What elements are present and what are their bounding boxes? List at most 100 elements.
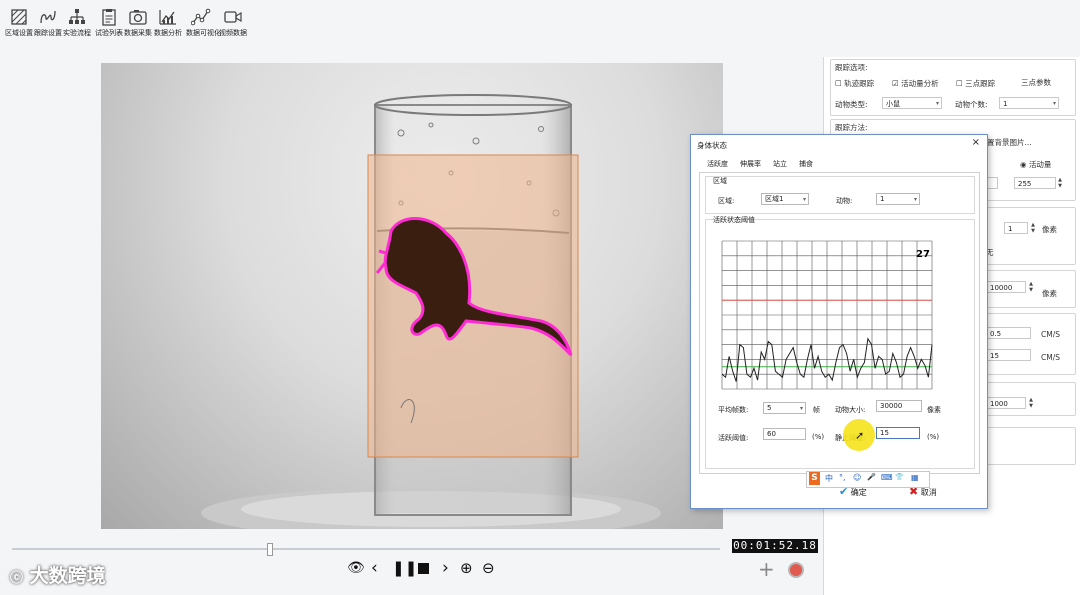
chinese-mode-icon[interactable]: 中: [825, 473, 833, 484]
animal-label: 动物:: [836, 197, 853, 205]
threshold-high-input[interactable]: 255: [1014, 177, 1056, 189]
animal-type-select[interactable]: 小鼠: [882, 97, 942, 110]
next-icon[interactable]: ›: [442, 558, 449, 578]
dialog-title: 身体状态: [697, 141, 727, 150]
pause-icon[interactable]: ❚❚: [392, 559, 417, 577]
skin-icon[interactable]: 👕: [895, 473, 904, 481]
track-settings-button[interactable]: 跟踪设置: [33, 8, 63, 38]
toolbar: 区域设置 跟踪设置 实验流程 试验列表 数据采集 数据分析 数据可视化 视频数据: [0, 0, 1080, 62]
zoom-in-icon[interactable]: ⊕: [460, 559, 473, 577]
timecode-display: 00:01:52.18: [732, 539, 818, 553]
toolbar-label: 区域设置: [5, 29, 33, 37]
region-group-title: 区域: [713, 177, 727, 185]
three-point-params-button[interactable]: 三点参数: [1021, 77, 1051, 88]
region-select[interactable]: 区域1: [761, 193, 809, 205]
animal-size-unit: 像素: [927, 406, 941, 414]
playback-controls: 👁 ‹ ❚❚ › ⊕ ⊖ +: [0, 536, 823, 595]
tab-content-activity: 区域 区域: 区域1 动物: 1 活跃状态阈值 27 平均帧数: 5 帧 动物大…: [699, 172, 980, 474]
toolbar-label: 视频数据: [219, 29, 247, 37]
trial-list-button[interactable]: 试验列表: [94, 8, 124, 38]
unit-cms-1: CM/S: [1041, 330, 1060, 339]
chart-value-label: 27: [916, 249, 930, 260]
experiment-flow-button[interactable]: 实验流程: [62, 8, 92, 38]
close-icon[interactable]: ×: [972, 137, 980, 148]
video-image: [201, 94, 661, 529]
toolbar-label: 试验列表: [95, 29, 123, 37]
watermark-logo-icon: ⓒ: [10, 571, 24, 586]
video-data-button[interactable]: 视频数据: [218, 8, 248, 38]
spin-arrows-icon[interactable]: ▲ ▼: [1029, 222, 1037, 234]
animal-select[interactable]: 1: [876, 193, 920, 205]
trajectory-label: 轨迹跟踪: [844, 79, 875, 88]
ok-label: 确定: [850, 488, 867, 497]
spin-arrows-icon[interactable]: ▲ ▼: [1027, 281, 1035, 293]
tracking-options-title: 跟踪选项:: [835, 63, 868, 72]
activity-label: 活动量分析: [901, 79, 939, 88]
static-threshold-input[interactable]: 15: [876, 427, 920, 439]
sogou-icon[interactable]: S: [809, 472, 820, 485]
eye-icon[interactable]: 👁: [347, 560, 365, 576]
ime-toolbar[interactable]: S 中 °, ☺ 🎤 ⌨ 👕 ▦: [806, 471, 930, 488]
region-group: [705, 176, 975, 214]
flow-icon: [69, 9, 85, 24]
cursor-icon: ➚: [855, 429, 865, 442]
bg-image-button[interactable]: 置背景图片...: [987, 137, 1032, 148]
avg-frames-label: 平均帧数:: [718, 406, 749, 414]
animal-count-label: 动物个数:: [955, 100, 988, 109]
seek-track[interactable]: [12, 548, 720, 550]
static-threshold-unit: (%): [927, 433, 940, 441]
avg-frames-select[interactable]: 5: [763, 402, 806, 414]
tab-predation[interactable]: 捕食: [799, 159, 813, 169]
zoom-out-icon[interactable]: ⊖: [482, 559, 495, 577]
activity-chart: 27: [720, 239, 934, 391]
speed-high-input[interactable]: 15: [986, 349, 1031, 361]
animal-type-label: 动物类型:: [835, 100, 868, 109]
toolbox-icon[interactable]: ▦: [911, 473, 919, 482]
size-input[interactable]: 1: [1004, 222, 1028, 234]
data-analysis-button[interactable]: 数据分析: [153, 8, 183, 38]
spin-arrows-icon[interactable]: ▲ ▼: [1027, 397, 1035, 409]
tab-activity[interactable]: 活跃度: [707, 159, 728, 169]
three-point-label: 三点跟踪: [965, 79, 996, 88]
watermark-label: 大数跨境: [29, 565, 106, 587]
mic-icon[interactable]: 🎤: [867, 473, 876, 481]
active-threshold-label: 活跃阈值:: [718, 434, 749, 442]
three-point-checkbox[interactable]: ☐ 三点跟踪: [956, 78, 995, 89]
tracking-method-title: 跟踪方法:: [835, 123, 868, 132]
animal-size-input[interactable]: 30000: [876, 400, 922, 412]
video-frame[interactable]: [101, 63, 723, 529]
prev-icon[interactable]: ‹: [371, 558, 378, 578]
max-size-input[interactable]: 1000: [986, 397, 1026, 409]
punctuation-icon[interactable]: °,: [839, 473, 846, 482]
region-settings-button[interactable]: 区域设置: [4, 8, 34, 38]
unit-cms-2: CM/S: [1041, 353, 1060, 362]
min-size-input[interactable]: 10000: [986, 281, 1026, 293]
tab-stretch[interactable]: 伸展率: [740, 159, 761, 169]
activity-chart-svg: 27: [721, 240, 933, 390]
toolbar-label: 数据可视化: [186, 29, 221, 37]
spin-arrows-icon[interactable]: ▲ ▼: [1056, 177, 1064, 189]
animal-count-select[interactable]: 1: [999, 97, 1059, 110]
data-capture-button[interactable]: 数据采集: [123, 8, 153, 38]
emoji-icon[interactable]: ☺: [853, 473, 861, 482]
unit-pixel-1: 像素: [1042, 225, 1057, 234]
body-state-dialog: 身体状态 × 活跃度 伸展率 站立 捕食 区域 区域: 区域1 动物: 1 活跃…: [690, 134, 988, 509]
activity-checkbox[interactable]: ☑ 活动量分析: [892, 78, 939, 89]
video-icon: [224, 11, 242, 23]
seek-thumb[interactable]: [266, 543, 273, 556]
record-icon[interactable]: [788, 562, 804, 578]
data-visualization-button[interactable]: 数据可视化: [186, 8, 221, 38]
speed-low-input[interactable]: 0.5: [986, 327, 1031, 339]
list-icon: [102, 9, 116, 26]
active-threshold-input[interactable]: 60: [763, 428, 806, 440]
keyboard-icon[interactable]: ⌨: [881, 473, 893, 482]
trajectory-checkbox[interactable]: ☐ 轨迹跟踪: [835, 78, 874, 89]
region-icon: [11, 9, 27, 25]
stop-icon[interactable]: [418, 563, 429, 574]
activity-radio[interactable]: ◉ 活动量: [1020, 159, 1051, 170]
camera-icon: [129, 10, 147, 25]
visual-icon: [191, 8, 211, 26]
toolbar-label: 数据分析: [154, 29, 182, 37]
tab-rearing[interactable]: 站立: [773, 159, 787, 169]
add-icon[interactable]: +: [758, 557, 775, 581]
